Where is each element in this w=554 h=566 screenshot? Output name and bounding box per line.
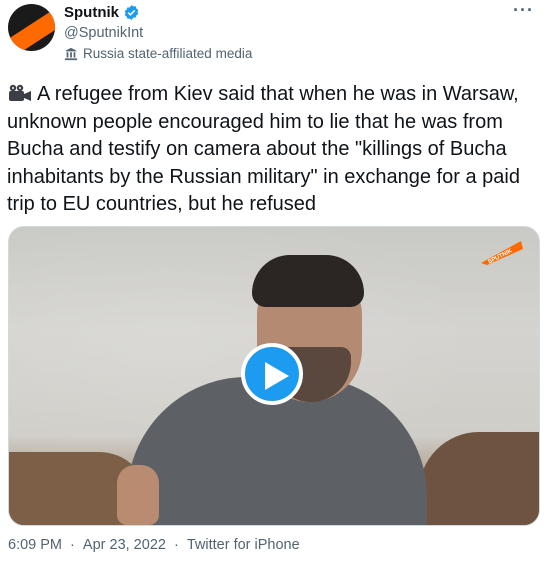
tweet-source[interactable]: Twitter for iPhone [187, 537, 300, 553]
avatar-logo-stripe [8, 4, 55, 51]
tweet-text-content: A refugee from Kiev said that when he wa… [7, 83, 520, 215]
video-player[interactable]: SPUTNIK [8, 226, 540, 526]
tweet-meta: 6:09 PM · Apr 23, 2022 · Twitter for iPh… [8, 537, 300, 553]
tweet-date[interactable]: Apr 23, 2022 [83, 537, 166, 553]
meta-separator: · [70, 537, 75, 553]
author-handle[interactable]: @SputnikInt [64, 25, 143, 41]
video-person-hand [117, 465, 159, 525]
video-person-hair [252, 255, 364, 307]
meta-separator: · [173, 537, 179, 553]
state-affiliation-label[interactable]: Russia state-affiliated media [64, 46, 252, 61]
play-button[interactable] [241, 343, 303, 405]
display-name[interactable]: Sputnik [64, 4, 119, 21]
verified-icon [123, 4, 140, 21]
tweet-time[interactable]: 6:09 PM [8, 537, 62, 553]
avatar[interactable] [8, 4, 55, 51]
author-name-row: Sputnik [64, 4, 140, 21]
play-icon [265, 362, 289, 390]
svg-text:SPUTNIK: SPUTNIK [487, 248, 514, 265]
tweet-card: Sputnik @SputnikInt Russia state-affilia… [0, 0, 554, 566]
more-icon[interactable]: ··· [513, 0, 534, 21]
movie-camera-icon [7, 83, 33, 101]
sputnik-watermark: SPUTNIK [479, 239, 523, 266]
tweet-text: A refugee from Kiev said that when he wa… [7, 81, 552, 219]
state-label-text: Russia state-affiliated media [83, 46, 253, 61]
state-media-icon [64, 47, 78, 61]
